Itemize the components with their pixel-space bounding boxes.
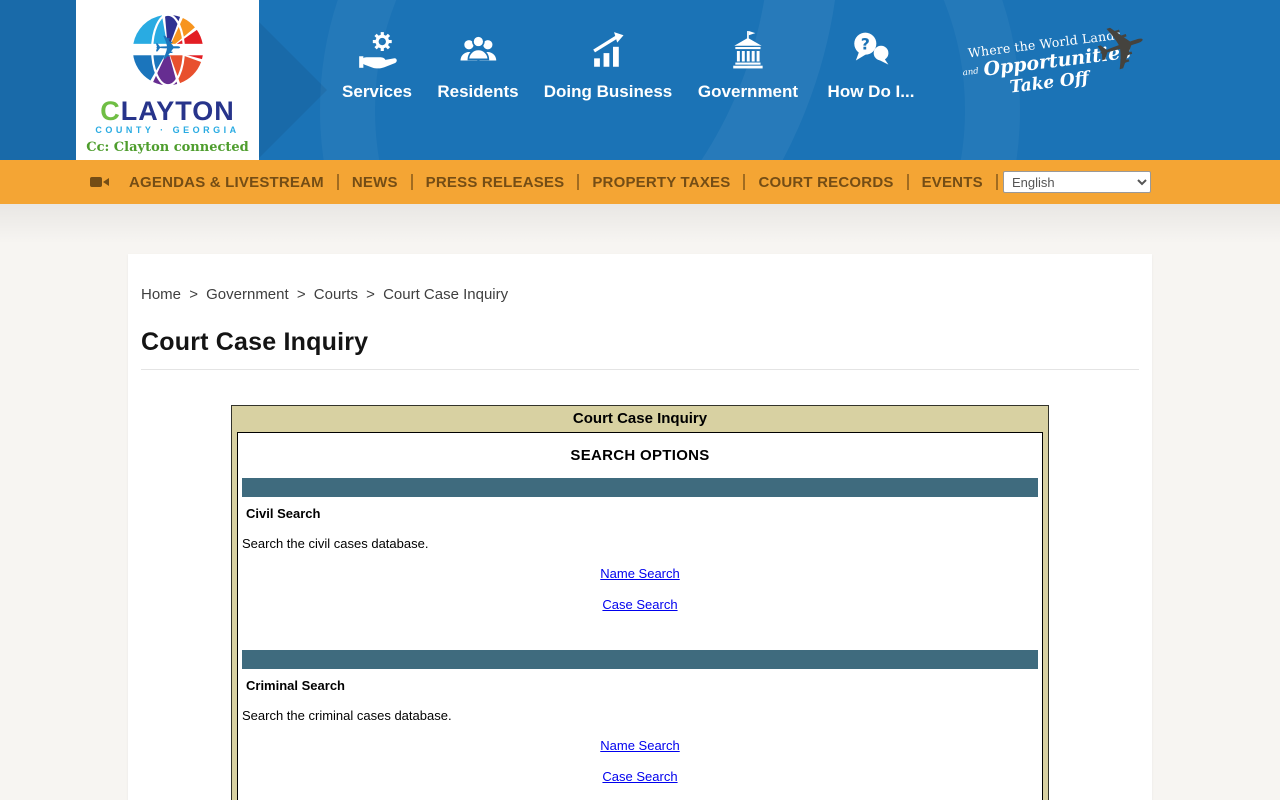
globe-logo-icon: ✈ — [127, 13, 208, 87]
svg-text:✈: ✈ — [153, 29, 181, 68]
civil-case-search-link[interactable]: Case Search — [602, 598, 677, 612]
court-case-inquiry-table: Court Case Inquiry SEARCH OPTIONS Civil … — [231, 405, 1049, 800]
breadcrumb-current: Court Case Inquiry — [383, 286, 509, 303]
section-divider-bar — [242, 650, 1038, 669]
breadcrumb: Home > Government > Courts > Court Case … — [141, 286, 1139, 304]
utility-link-events[interactable]: EVENTS — [909, 174, 996, 191]
civil-name-search-link[interactable]: Name Search — [600, 567, 679, 581]
svg-text:?: ? — [861, 34, 870, 53]
nav-item-services[interactable]: Services — [342, 28, 412, 102]
nav-label: Government — [697, 82, 799, 101]
nav-label: Services — [342, 82, 412, 101]
utility-nav-bar: AGENDAS & LIVESTREAM NEWS PRESS RELEASES… — [0, 160, 1280, 204]
breadcrumb-government[interactable]: Government — [206, 286, 289, 303]
logo-wordmark: CLAYTON — [100, 96, 235, 126]
utility-link-property-taxes[interactable]: PROPERTY TAXES — [579, 174, 743, 191]
bar-shadow — [0, 204, 1280, 244]
breadcrumb-separator: > — [296, 286, 306, 303]
utility-link-agendas-livestream[interactable]: AGENDAS & LIVESTREAM — [116, 174, 337, 191]
criminal-search-description: Search the criminal cases database. — [242, 708, 452, 723]
table-title: Court Case Inquiry — [572, 410, 708, 427]
video-camera-icon — [90, 177, 109, 187]
nav-item-government[interactable]: Government — [698, 28, 798, 102]
civil-search-description: Search the civil cases database. — [242, 536, 429, 551]
doing-business-icon — [593, 32, 624, 67]
government-icon — [733, 31, 763, 69]
breadcrumb-separator: > — [189, 286, 198, 303]
nav-item-doing-business[interactable]: Doing Business — [544, 28, 672, 102]
nav-item-residents[interactable]: Residents — [437, 28, 519, 102]
utility-link-press-releases[interactable]: PRESS RELEASES — [413, 174, 578, 191]
language-select[interactable]: English — [1003, 171, 1151, 193]
nav-label: Residents — [437, 82, 519, 101]
logo-slogan: Cc: Clayton connected — [86, 140, 249, 155]
breadcrumb-courts[interactable]: Courts — [314, 286, 358, 303]
page-title: Court Case Inquiry — [141, 328, 1139, 370]
utility-link-news[interactable]: NEWS — [339, 174, 411, 191]
nav-label: How Do I... — [827, 82, 915, 101]
nav-item-how-do-i[interactable]: ? How Do I... — [827, 28, 915, 102]
services-icon — [359, 32, 397, 69]
section-divider-bar — [242, 478, 1038, 497]
residents-icon — [460, 35, 496, 61]
nav-label: Doing Business — [543, 82, 673, 101]
breadcrumb-home[interactable]: Home — [141, 286, 181, 303]
search-options-heading: SEARCH OPTIONS — [570, 447, 710, 464]
breadcrumb-separator: > — [366, 286, 375, 303]
content-card: Home > Government > Courts > Court Case … — [128, 254, 1152, 800]
criminal-name-search-link[interactable]: Name Search — [600, 739, 679, 753]
utility-link-court-records[interactable]: COURT RECORDS — [745, 174, 906, 191]
criminal-case-search-link[interactable]: Case Search — [602, 770, 677, 784]
logo-subtitle: COUNTY · GEORGIA — [95, 125, 240, 135]
how-do-i-icon: ? — [854, 32, 889, 65]
table-body: SEARCH OPTIONS Civil Search Search the c… — [237, 432, 1043, 800]
county-logo[interactable]: ✈ CLAYTON COUNTY · GEORGIA Cc: Clayton c… — [76, 0, 259, 160]
criminal-search-heading: Criminal Search — [246, 678, 345, 693]
civil-search-heading: Civil Search — [246, 506, 321, 521]
